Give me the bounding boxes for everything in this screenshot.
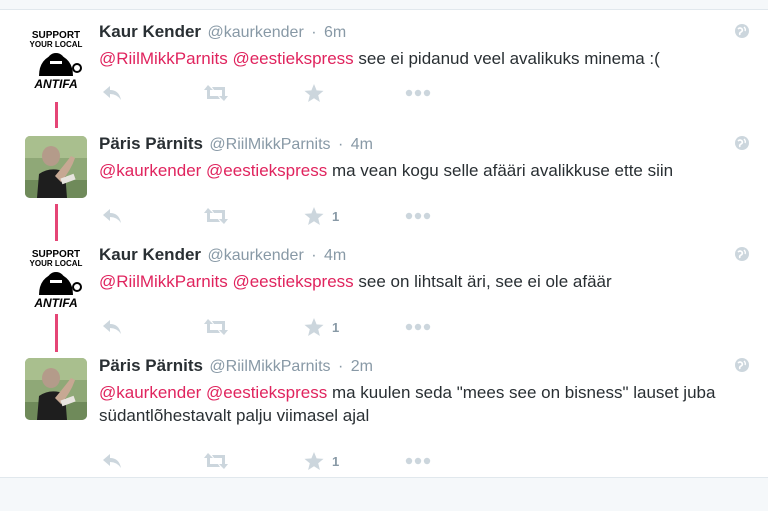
support-your-local-avatar: SUPPORT YOUR LOCAL ANTIFA — [25, 247, 87, 309]
tweet-text: @kaurkender @eestiekspress ma kuulen sed… — [99, 381, 739, 427]
retweet-icon — [204, 85, 228, 101]
mention-link[interactable]: @RiilMikkParnits — [99, 49, 228, 68]
more-dots-icon — [405, 323, 431, 331]
tweet[interactable]: SUPPORT YOUR LOCAL ANTIFA Kaur Kender @k… — [0, 22, 768, 112]
retweet-icon — [204, 453, 228, 469]
username[interactable]: @kaurkender — [207, 247, 303, 264]
timestamp[interactable]: 4m — [351, 136, 373, 153]
globe-icon[interactable] — [734, 246, 750, 262]
reply-icon — [103, 320, 121, 334]
reply-button[interactable] — [102, 317, 122, 337]
top-border — [0, 0, 768, 10]
tweet-header: Päris Pärnits @RiilMikkParnits · 4m — [99, 134, 373, 156]
favorite-button[interactable]: 1 — [304, 451, 339, 471]
avatar-lettering-bottom: ANTIFA — [33, 77, 77, 90]
username[interactable]: @RiilMikkParnits — [209, 358, 330, 375]
reply-icon — [103, 209, 121, 223]
retweet-icon — [204, 319, 228, 335]
fullname[interactable]: Päris Pärnits — [99, 356, 203, 375]
mention-link[interactable]: @kaurkender — [99, 383, 201, 402]
tweet-header: Päris Pärnits @RiilMikkParnits · 2m — [99, 356, 373, 378]
support-your-local-avatar: SUPPORT YOUR LOCAL ANTIFA — [25, 28, 87, 90]
more-button[interactable] — [405, 83, 431, 103]
retweet-button[interactable] — [203, 451, 229, 471]
globe-icon[interactable] — [734, 23, 750, 39]
reply-button[interactable] — [102, 83, 122, 103]
tweet-body: see ei pidanud veel avalikuks minema :( — [353, 49, 660, 68]
tweet-text: @RiilMikkParnits @eestiekspress see ei p… — [99, 47, 739, 70]
reply-button[interactable] — [102, 206, 122, 226]
username[interactable]: @kaurkender — [207, 24, 303, 41]
favorite-star-icon — [304, 206, 324, 225]
timestamp[interactable]: 2m — [351, 358, 373, 375]
timestamp[interactable]: 4m — [324, 247, 346, 264]
mention-link[interactable]: @eestiekspress — [232, 49, 353, 68]
retweet-icon — [204, 208, 228, 224]
tweet-body: see on lihtsalt äri, see ei ole afäär — [353, 272, 612, 291]
tweet[interactable]: Päris Pärnits @RiilMikkParnits · 4m @kau… — [0, 134, 768, 234]
avatar[interactable] — [25, 358, 87, 420]
tweet[interactable]: SUPPORT YOUR LOCAL ANTIFA Kaur Kender @k… — [0, 245, 768, 345]
more-button[interactable] — [405, 451, 431, 471]
separator-dot: · — [338, 136, 344, 153]
avatar[interactable]: SUPPORT YOUR LOCAL ANTIFA — [25, 247, 87, 309]
tweet-header: Kaur Kender @kaurkender · 6m — [99, 22, 346, 44]
fullname[interactable]: Kaur Kender — [99, 22, 201, 41]
retweet-button[interactable] — [203, 206, 229, 226]
mention-link[interactable]: @eestiekspress — [206, 383, 327, 402]
tweet-actions: 1 — [99, 317, 459, 337]
separator-dot: · — [338, 358, 344, 375]
reply-icon — [103, 86, 121, 100]
separator-dot: · — [311, 24, 317, 41]
conversation-card: SUPPORT YOUR LOCAL ANTIFA Kaur Kender @k… — [0, 10, 768, 478]
favorite-button[interactable] — [304, 83, 332, 103]
fullname[interactable]: Päris Pärnits — [99, 134, 203, 153]
retweet-button[interactable] — [203, 317, 229, 337]
photo-avatar — [25, 136, 87, 198]
favorite-count: 1 — [332, 208, 340, 224]
favorite-count: 1 — [332, 453, 340, 469]
favorite-button[interactable]: 1 — [304, 206, 339, 226]
favorite-button[interactable]: 1 — [304, 317, 339, 337]
separator-dot: · — [311, 247, 317, 264]
favorite-star-icon — [304, 317, 324, 336]
avatar[interactable] — [25, 136, 87, 198]
photo-avatar — [25, 358, 87, 420]
fullname[interactable]: Kaur Kender — [99, 245, 201, 264]
tweet-text: @RiilMikkParnits @eestiekspress see on l… — [99, 270, 739, 293]
mention-link[interactable]: @kaurkender — [99, 161, 201, 180]
reply-button[interactable] — [102, 451, 122, 471]
timestamp[interactable]: 6m — [324, 24, 346, 41]
mention-link[interactable]: @eestiekspress — [232, 272, 353, 291]
mention-link[interactable]: @eestiekspress — [206, 161, 327, 180]
tweet-actions: 1 — [99, 451, 459, 471]
more-dots-icon — [405, 457, 431, 465]
avatar-lettering-middle: YOUR LOCAL — [30, 259, 83, 268]
tweet[interactable]: Päris Pärnits @RiilMikkParnits · 2m @kau… — [0, 356, 768, 476]
more-dots-icon — [405, 89, 431, 97]
mention-link[interactable]: @RiilMikkParnits — [99, 272, 228, 291]
tweet-body: ma vean kogu selle afääri avalikkuse ett… — [327, 161, 674, 180]
more-button[interactable] — [405, 317, 431, 337]
tweet-actions — [99, 83, 459, 103]
retweet-button[interactable] — [203, 83, 229, 103]
tweet-text: @kaurkender @eestiekspress ma vean kogu … — [99, 159, 739, 182]
avatar-lettering-bottom: ANTIFA — [33, 296, 77, 309]
favorite-star-icon — [304, 451, 324, 470]
avatar[interactable]: SUPPORT YOUR LOCAL ANTIFA — [25, 28, 87, 90]
username[interactable]: @RiilMikkParnits — [209, 136, 330, 153]
globe-icon[interactable] — [734, 357, 750, 373]
favorite-count: 1 — [332, 319, 340, 335]
globe-icon[interactable] — [734, 135, 750, 151]
more-button[interactable] — [405, 206, 431, 226]
more-dots-icon — [405, 212, 431, 220]
favorite-star-icon — [304, 83, 324, 102]
avatar-lettering-middle: YOUR LOCAL — [30, 40, 83, 49]
tweet-actions: 1 — [99, 206, 459, 226]
reply-icon — [103, 454, 121, 468]
tweet-header: Kaur Kender @kaurkender · 4m — [99, 245, 346, 267]
